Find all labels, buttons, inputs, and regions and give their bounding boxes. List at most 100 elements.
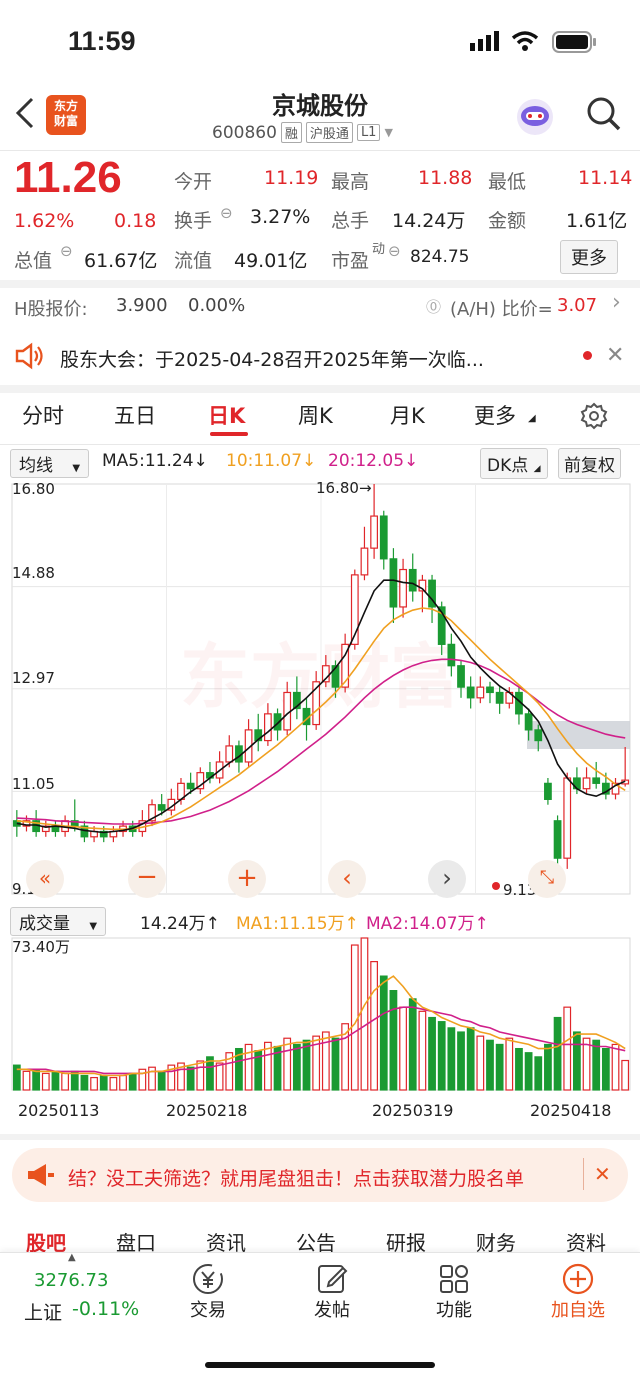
volume-bar	[495, 1043, 504, 1091]
ratio-value: 3.07	[557, 295, 598, 316]
volume-max-label: 73.40万	[12, 938, 70, 956]
candle-body	[476, 686, 485, 699]
hshare-price: 3.900	[116, 295, 168, 316]
tab-more[interactable]: 更多	[474, 400, 516, 430]
volume-bar	[119, 1074, 127, 1091]
high-marker: 16.80→	[316, 479, 372, 497]
tab-monthly-k[interactable]: 月K	[390, 400, 425, 430]
volume-bar	[457, 1031, 465, 1091]
volume-bar	[573, 1031, 581, 1091]
scroll-left-icon[interactable]: ‹	[328, 860, 366, 898]
candle-body	[495, 691, 504, 704]
volume-value: 14.24万	[392, 210, 466, 232]
home-indicator	[205, 1362, 435, 1368]
assistant-avatar-icon[interactable]	[514, 96, 556, 142]
status-bar: 11:59	[0, 0, 640, 80]
volume-bar	[524, 1052, 533, 1091]
tab-five-day[interactable]: 五日	[114, 400, 156, 430]
candle-body	[544, 782, 552, 800]
change-amt: 0.18	[114, 210, 157, 232]
tab-weekly-k[interactable]: 周K	[298, 400, 333, 430]
amount-value: 1.61亿	[566, 210, 628, 232]
more-button[interactable]: 更多	[560, 240, 618, 274]
volume-bar	[80, 1074, 89, 1091]
indicator-select[interactable]: 均线 ▼	[10, 449, 90, 478]
function-button[interactable]: 功能	[404, 1262, 504, 1322]
zoom-in-icon[interactable]: +	[228, 860, 266, 898]
section-separator	[0, 1134, 640, 1140]
pe-sup: 动	[372, 242, 386, 257]
scroll-right-icon[interactable]: ›	[428, 860, 466, 898]
date-label-4: 20250418	[530, 1101, 612, 1120]
volume-bar	[611, 1043, 620, 1091]
volume-bar	[109, 1076, 118, 1091]
open-value: 11.19	[264, 167, 319, 189]
volume-bar	[563, 1006, 572, 1091]
candle-body	[389, 558, 398, 608]
pe-label: 市盈	[331, 250, 370, 272]
volume-bar	[32, 1068, 41, 1091]
vol-ma2-line	[16, 1006, 626, 1075]
volume-bar	[41, 1072, 50, 1091]
settings-gear-icon[interactable]	[580, 402, 608, 434]
candle-body	[457, 665, 465, 688]
volume-bar	[350, 944, 359, 1091]
plus-circle-icon	[561, 1262, 595, 1296]
volume-bar	[486, 1039, 494, 1091]
index-caret-icon: ▲	[68, 1252, 76, 1263]
volume-bar	[553, 1016, 562, 1091]
caret-icon: ◢	[533, 464, 541, 474]
volume-bar	[399, 1006, 407, 1091]
zoom-out-icon[interactable]: −	[128, 860, 166, 898]
volume-bar	[582, 1037, 591, 1091]
high-value: 11.88	[418, 167, 473, 189]
volume-bar	[515, 1047, 523, 1091]
close-icon[interactable]: ✕	[606, 343, 624, 368]
megaphone-icon	[26, 1162, 56, 1192]
y-label-top: 16.80	[12, 480, 55, 498]
candle-body	[370, 515, 378, 549]
tab-daily-k[interactable]: 日K	[208, 400, 245, 430]
kline-chart[interactable]: 东方财富	[0, 476, 640, 901]
candle-body	[524, 713, 533, 731]
banner-close-icon[interactable]: ✕	[594, 1162, 611, 1186]
volume-bar	[389, 989, 398, 1091]
mktcap-info-icon[interactable]: ⊖	[60, 242, 73, 260]
mktcap-value: 61.67亿	[84, 250, 158, 272]
search-icon[interactable]	[586, 96, 622, 136]
volume-bar	[592, 1039, 601, 1091]
volume-bar	[90, 1076, 98, 1091]
tag-connect: 沪股通	[305, 122, 353, 143]
add-watchlist-label: 加自选	[551, 1300, 605, 1321]
float-label: 流值	[174, 250, 213, 272]
stock-code-row[interactable]: 600860 融 沪股通 L1 ▼	[212, 122, 393, 143]
fullscreen-icon[interactable]: ⤡	[528, 860, 566, 898]
trade-button[interactable]: 交易	[158, 1262, 258, 1322]
chevron-right-icon[interactable]: ›	[612, 290, 621, 315]
add-watchlist-button[interactable]: 加自选	[528, 1262, 628, 1322]
dk-point-button[interactable]: DK点 ◢	[480, 448, 548, 479]
candle-body	[360, 547, 369, 576]
tab-intraday[interactable]: 分时	[22, 400, 64, 430]
volume-chart[interactable]	[0, 932, 640, 1094]
notice-dot	[583, 351, 592, 360]
candle-body	[534, 729, 543, 742]
index-name: 上证	[24, 1302, 63, 1324]
candle-body	[408, 568, 417, 592]
tag-level: L1	[356, 124, 381, 141]
volume-bar	[534, 1056, 543, 1091]
help-icon[interactable]: ⓪	[426, 296, 441, 317]
index-value[interactable]: 3276.73	[34, 1270, 108, 1291]
turnover-value: 3.27%	[250, 206, 311, 228]
volume-bar	[157, 1070, 166, 1091]
indicator-label: 均线	[19, 456, 53, 476]
volume-bar	[196, 1060, 205, 1091]
post-button[interactable]: 发帖	[282, 1262, 382, 1322]
scroll-left-fast-icon[interactable]: «	[26, 860, 64, 898]
date-label-2: 20250218	[166, 1101, 248, 1120]
info-icon[interactable]: ⊖	[220, 204, 233, 222]
notice-text: 股东大会：于2025-04-28召开2025年第一次临...	[60, 349, 484, 371]
volume-bar	[186, 1066, 195, 1091]
pe-info-icon[interactable]: ⊖	[388, 242, 401, 260]
adjust-button[interactable]: 前复权	[558, 448, 621, 479]
